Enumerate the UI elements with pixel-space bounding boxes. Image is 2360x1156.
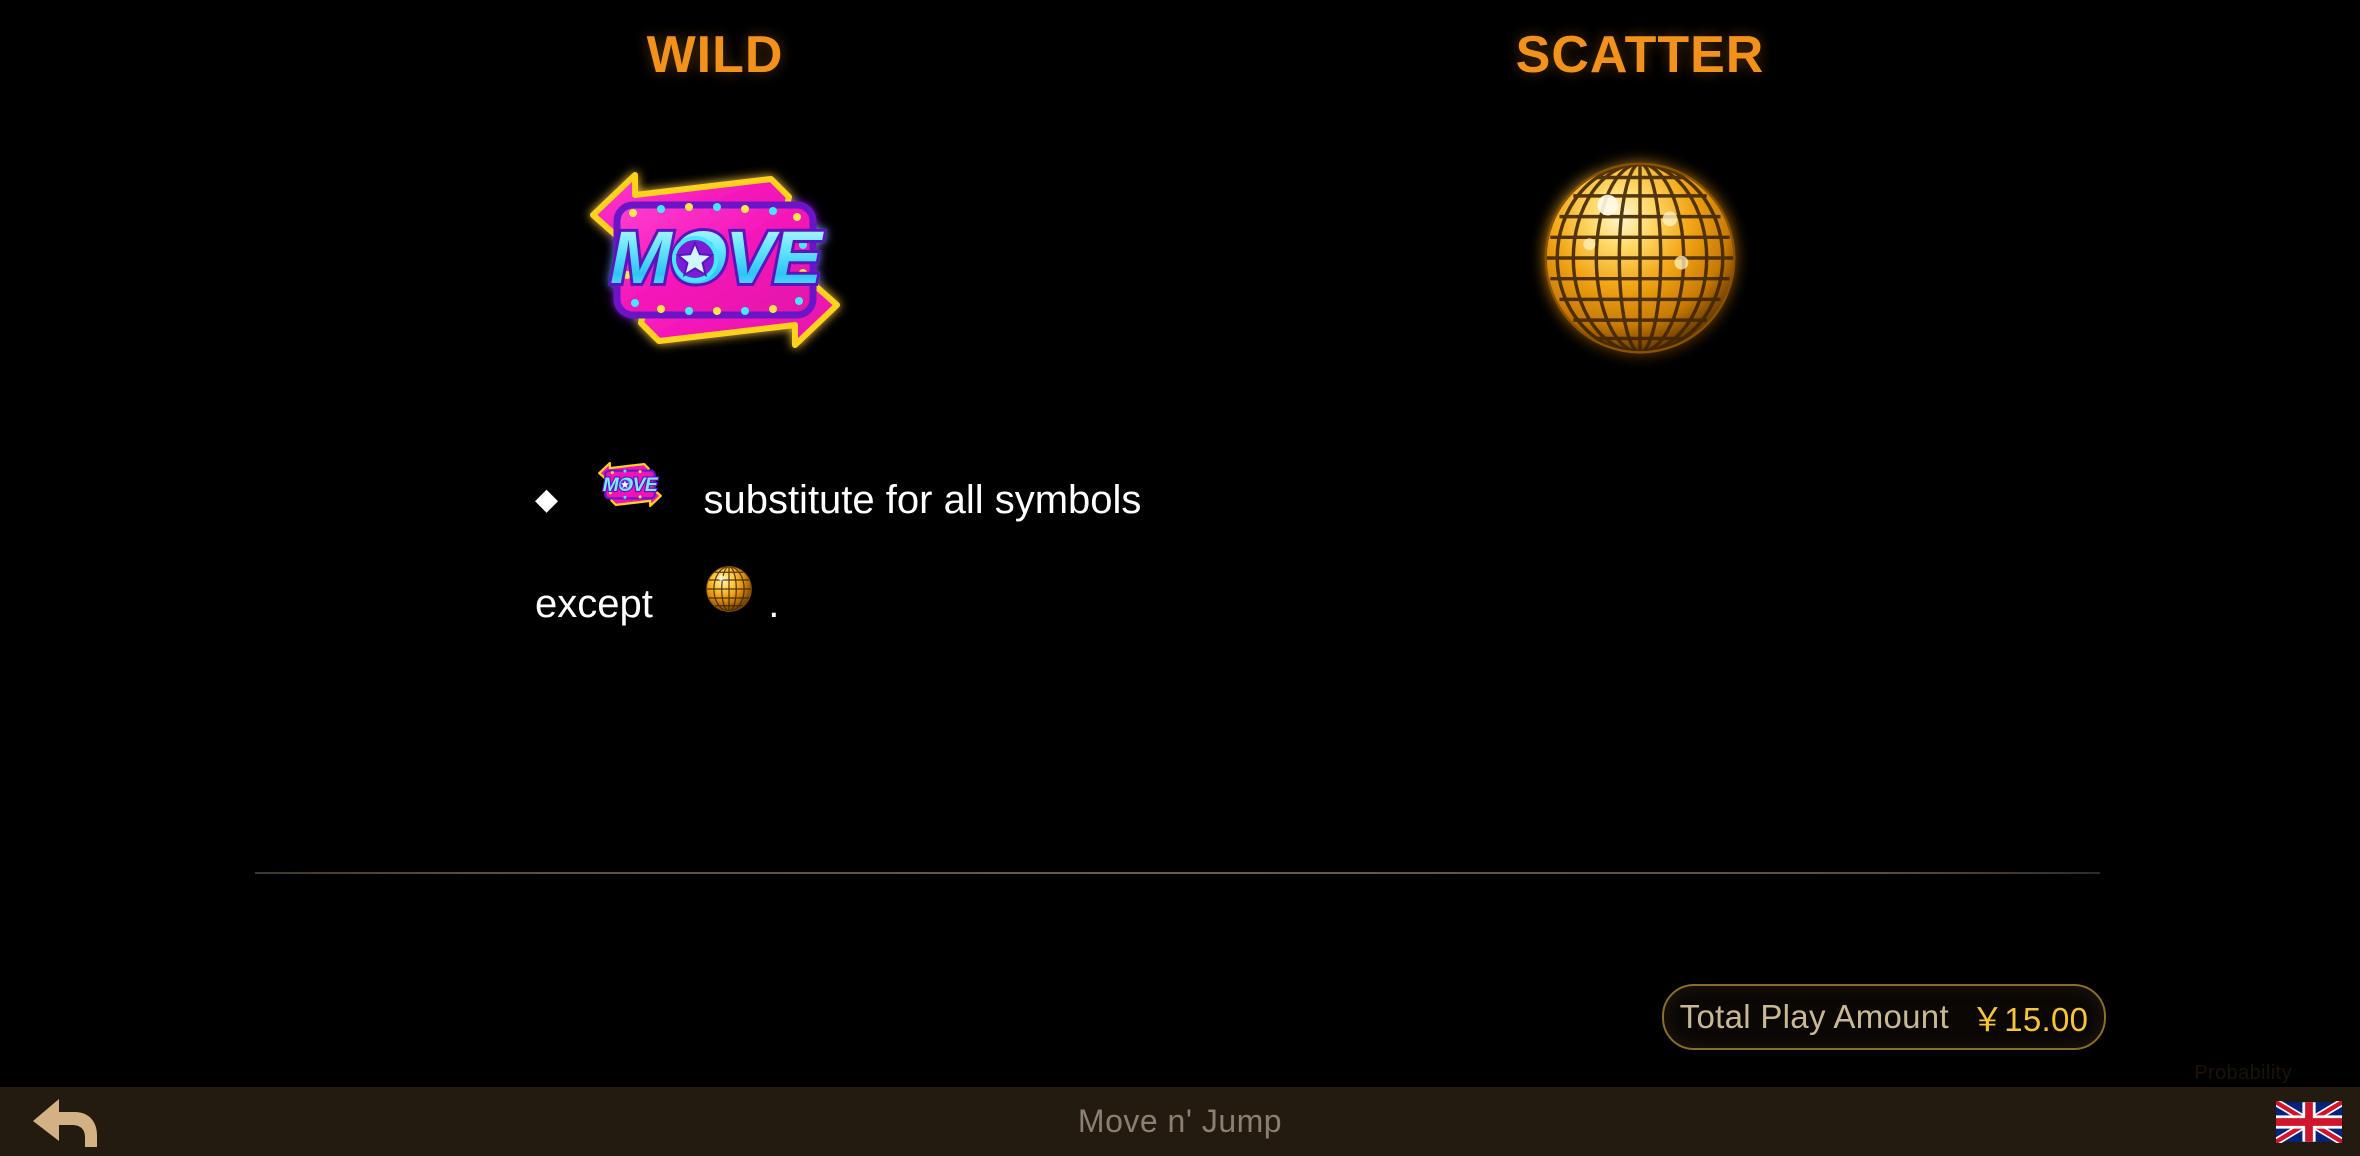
game-title: Move n' Jump — [1077, 1103, 1283, 1139]
paytable-column-scatter: SCATTER — [1110, 0, 2170, 1000]
wild-line2-prefix: except — [535, 582, 653, 626]
scatter-heading: SCATTER — [1515, 26, 1765, 84]
disco-ball-scatter-icon — [701, 552, 757, 656]
total-play-amount-label: Total Play Amount — [1679, 998, 1949, 1035]
wild-heading: WILD — [646, 26, 784, 84]
scatter-symbol-container — [1110, 140, 2170, 380]
disco-ball-scatter-symbol-icon — [1525, 143, 1755, 378]
total-play-amount-value: ￥15.00 — [1970, 1001, 2089, 1038]
move-wild-icon: MOVE — [594, 448, 666, 552]
wild-symbol-container: MOVE — [185, 140, 1245, 380]
paytable-column-wild: WILD ◆ substitute for all symbols except… — [185, 0, 1245, 1000]
total-play-amount-pill: Total Play Amount ￥15.00 — [1662, 984, 2106, 1050]
wild-description-line-1: ◆ substitute for all symbols — [535, 448, 1141, 552]
wild-description-line-2: except . — [535, 552, 1141, 656]
faint-watermark-text: Probability — [2194, 1062, 2292, 1084]
bottom-bar: Move n' Jump — [0, 1087, 2360, 1156]
move-wild-symbol-icon: MOVE — [575, 143, 855, 378]
wild-line1-text: substitute for all symbols — [703, 478, 1142, 522]
bullet-icon: ◆ — [535, 483, 559, 516]
section-divider — [255, 872, 2100, 874]
language-selector-button[interactable] — [2274, 1098, 2344, 1146]
wild-line2-suffix: . — [768, 582, 780, 626]
svg-text:MOVE: MOVE — [603, 475, 659, 496]
paytable-screen: WILD ◆ substitute for all symbols except… — [0, 0, 2360, 1087]
uk-flag-icon — [2274, 1098, 2344, 1147]
wild-description: ◆ substitute for all symbols except . — [535, 448, 1141, 656]
